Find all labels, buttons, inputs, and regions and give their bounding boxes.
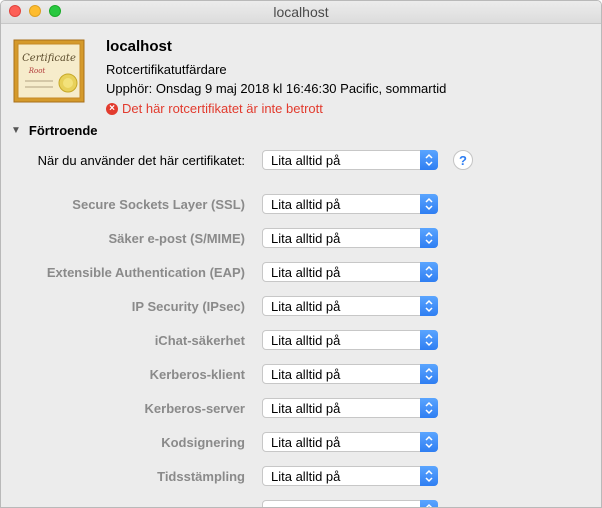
trust-row: [1, 500, 601, 507]
popup-arrows-icon: [420, 296, 438, 316]
trust-row-label: Kerberos-server: [144, 401, 245, 416]
error-icon: ×: [106, 102, 118, 115]
popup-arrows-icon: [420, 466, 438, 486]
certificate-issuer-type: Rotcertifikatutfärdare: [106, 62, 227, 77]
popup-arrows-icon: [420, 364, 438, 384]
popup-value: Lita alltid på: [271, 265, 341, 280]
popup-arrows-icon: [420, 398, 438, 418]
trust-row: Kerberos-klient Lita alltid på: [1, 364, 601, 386]
trust-row-label: Secure Sockets Layer (SSL): [72, 197, 245, 212]
trust-row: iChat-säkerhet Lita alltid på: [1, 330, 601, 352]
popup-value: Lita alltid på: [271, 197, 341, 212]
popup-value: Lita alltid på: [271, 469, 341, 484]
popup-arrows-icon: [420, 432, 438, 452]
help-button[interactable]: ?: [453, 150, 473, 170]
popup-arrows-icon: [420, 500, 438, 507]
trust-row-label: Säker e-post (S/MIME): [108, 231, 245, 246]
trust-row: Kodsignering Lita alltid på: [1, 432, 601, 454]
certificate-icon: Certificate Root: [13, 39, 85, 103]
trust-row-label: iChat-säkerhet: [154, 333, 245, 348]
popup-value: Lita alltid på: [271, 153, 341, 168]
trust-policy-popup[interactable]: [262, 500, 438, 507]
trust-row-label: Kodsignering: [161, 435, 245, 450]
popup-value: Lita alltid på: [271, 333, 341, 348]
popup-value: Lita alltid på: [271, 231, 341, 246]
trust-row: Extensible Authentication (EAP) Lita allt…: [1, 262, 601, 284]
trust-policy-popup[interactable]: Lita alltid på: [262, 466, 438, 486]
trust-policy-popup[interactable]: Lita alltid på: [262, 194, 438, 214]
popup-arrows-icon: [420, 150, 438, 170]
untrusted-warning: × Det här rotcertifikatet är inte betrot…: [106, 101, 323, 116]
trust-row: Kerberos-server Lita alltid på: [1, 398, 601, 420]
certificate-expiry: Upphör: Onsdag 9 maj 2018 kl 16:46:30 Pa…: [106, 81, 447, 96]
trust-policy-popup[interactable]: Lita alltid på: [262, 398, 438, 418]
trust-row-label: IP Security (IPsec): [131, 299, 245, 314]
trust-row-label: Tidsstämpling: [157, 469, 245, 484]
trust-disclosure[interactable]: ▼ Förtroende: [11, 123, 98, 138]
trust-row: Säker e-post (S/MIME) Lita alltid på: [1, 228, 601, 250]
popup-arrows-icon: [420, 194, 438, 214]
popup-value: Lita alltid på: [271, 401, 341, 416]
trust-row-main: När du använder det här certifikatet: Li…: [1, 150, 601, 172]
untrusted-warning-text: Det här rotcertifikatet är inte betrott: [122, 101, 323, 116]
trust-policy-popup[interactable]: Lita alltid på: [262, 262, 438, 282]
popup-value: Lita alltid på: [271, 367, 341, 382]
trust-main-label: När du använder det här certifikatet:: [37, 153, 245, 168]
trust-policy-popup[interactable]: Lita alltid på: [262, 330, 438, 350]
trust-policy-popup[interactable]: Lita alltid på: [262, 432, 438, 452]
certificate-window: localhost Certificate Root localhost Rot…: [0, 0, 602, 508]
trust-main-popup[interactable]: Lita alltid på: [262, 150, 438, 170]
certificate-icon-subtext: Root: [28, 67, 46, 75]
certificate-details: Certificate Root localhost Rotcertifikat…: [1, 24, 601, 507]
popup-value: Lita alltid på: [271, 435, 341, 450]
popup-arrows-icon: [420, 228, 438, 248]
certificate-icon-text: Certificate: [22, 53, 76, 64]
trust-policy-popup[interactable]: Lita alltid på: [262, 228, 438, 248]
trust-section-label: Förtroende: [28, 123, 98, 138]
certificate-name: localhost: [106, 38, 172, 55]
trust-policy-popup[interactable]: Lita alltid på: [262, 296, 438, 316]
popup-arrows-icon: [420, 330, 438, 350]
trust-row: Tidsstämpling Lita alltid på: [1, 466, 601, 488]
popup-value: Lita alltid på: [271, 299, 341, 314]
trust-policy-popup[interactable]: Lita alltid på: [262, 364, 438, 384]
trust-row-label: Kerberos-klient: [149, 367, 245, 382]
trust-row: IP Security (IPsec) Lita alltid på: [1, 296, 601, 318]
popup-arrows-icon: [420, 262, 438, 282]
trust-row: Secure Sockets Layer (SSL) Lita alltid på: [1, 194, 601, 216]
titlebar: localhost: [1, 1, 601, 24]
disclosure-triangle-icon[interactable]: ▼: [11, 125, 21, 136]
window-title: localhost: [273, 4, 329, 20]
trust-row-label: Extensible Authentication (EAP): [46, 265, 245, 280]
